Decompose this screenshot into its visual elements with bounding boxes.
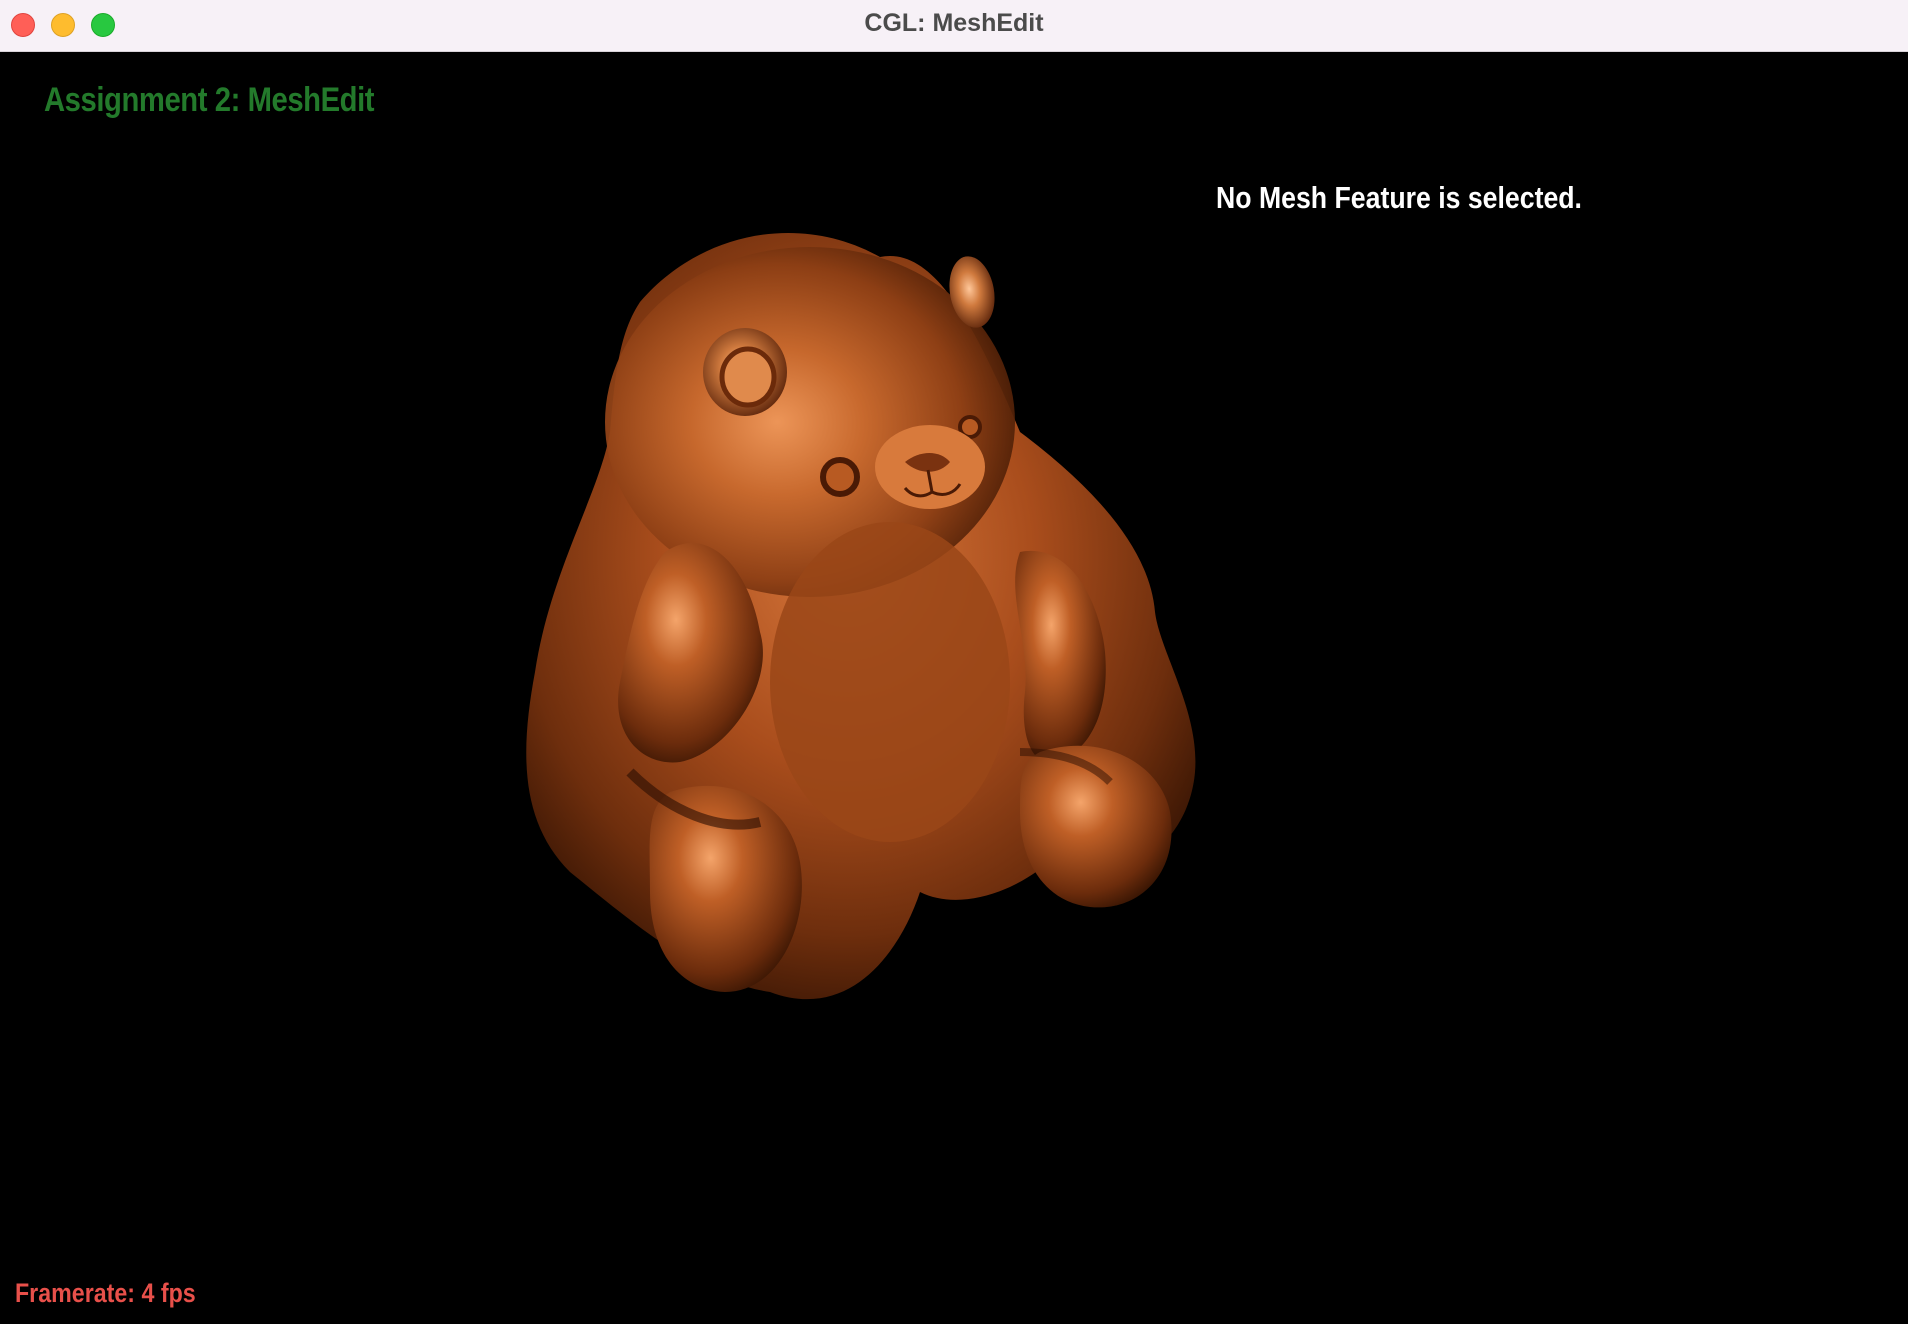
- window-title: CGL: MeshEdit: [864, 9, 1044, 37]
- title-bar[interactable]: CGL: MeshEdit: [0, 0, 1908, 52]
- assignment-heading: Assignment 2: MeshEdit: [44, 81, 375, 119]
- teddy-bear-mesh[interactable]: [500, 192, 1240, 1072]
- app-window: CGL: MeshEdit Assignment 2: MeshEdit No …: [0, 0, 1908, 1324]
- selection-status-text: No Mesh Feature is selected.: [1216, 180, 1582, 215]
- framerate-readout: Framerate: 4 fps: [15, 1278, 196, 1308]
- render-viewport[interactable]: Assignment 2: MeshEdit No Mesh Feature i…: [0, 52, 1908, 1324]
